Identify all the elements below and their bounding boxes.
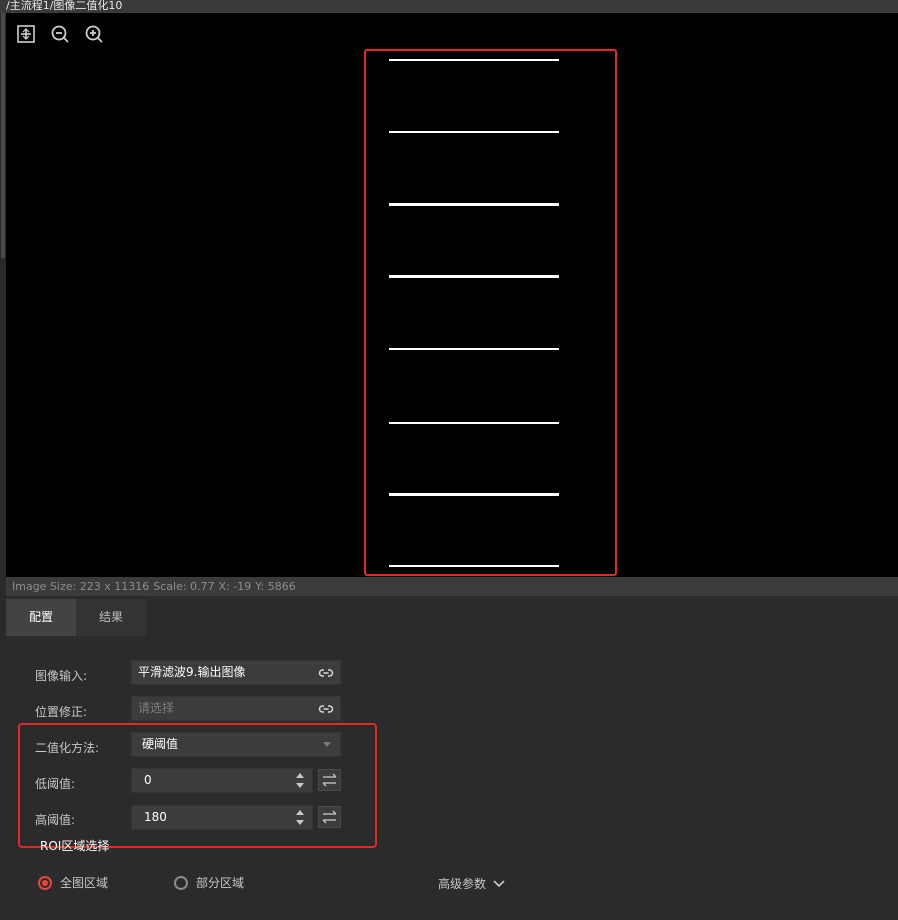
tab-result[interactable]: 结果 <box>76 599 146 636</box>
link-icon[interactable] <box>318 702 334 716</box>
link-icon[interactable] <box>318 666 334 680</box>
roi-section-title: ROI区域选择 <box>40 839 110 853</box>
window-title: /主流程1/图像二值化10 <box>0 0 898 13</box>
roi-full-image-radio[interactable]: 全图区域 <box>38 874 108 891</box>
highlight-annotation <box>18 723 377 848</box>
radio-unselected-icon <box>174 875 188 890</box>
status-bar: Image Size: 223 x 11316 Scale: 0.77 X: -19… <box>6 577 898 596</box>
position-fix-field[interactable]: 请选择 <box>131 696 341 721</box>
scale-readout: Scale: 0.77 <box>153 580 215 593</box>
roi-rectangle[interactable] <box>364 49 617 576</box>
image-size-readout: Image Size: 223 x 11316 <box>12 580 150 593</box>
scrollbar-thumb[interactable] <box>1 13 5 258</box>
image-input-value: 平滑滤波9.输出图像 <box>138 665 246 679</box>
roi-partial-label: 部分区域 <box>196 876 245 890</box>
position-fix-label: 位置修正: <box>35 705 88 719</box>
x-readout: X: -19 <box>218 580 252 593</box>
config-panel: 配置 结果 图像输入: 平滑滤波9.输出图像 位置修正: 请选择 二值化方法: … <box>6 596 898 920</box>
radio-selected-icon <box>38 875 52 890</box>
y-readout: Y: 5866 <box>255 580 296 593</box>
roi-partial-radio[interactable]: 部分区域 <box>174 874 244 891</box>
tab-bar: 配置 结果 <box>6 599 146 636</box>
position-fix-placeholder: 请选择 <box>138 701 175 715</box>
tab-config[interactable]: 配置 <box>6 599 76 636</box>
image-input-field[interactable]: 平滑滤波9.输出图像 <box>131 660 341 685</box>
image-viewer[interactable] <box>6 13 898 577</box>
image-input-label: 图像输入: <box>35 669 88 683</box>
advanced-params-toggle[interactable]: 高级参数 <box>438 875 505 892</box>
advanced-params-label: 高级参数 <box>438 877 487 891</box>
roi-full-image-label: 全图区域 <box>60 876 109 890</box>
chevron-down-icon <box>493 879 505 887</box>
